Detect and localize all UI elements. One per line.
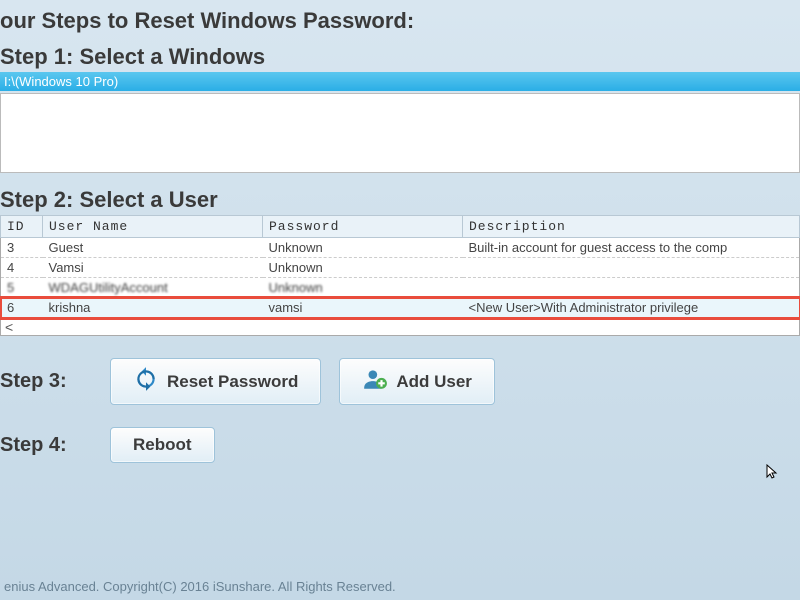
table-row[interactable]: 3 Guest Unknown Built-in account for gue…: [1, 238, 800, 258]
footer-copyright: enius Advanced. Copyright(C) 2016 iSunsh…: [4, 579, 396, 594]
table-row[interactable]: 5 WDAGUtilityAccount Unknown: [1, 278, 800, 298]
step4-label: Step 4:: [0, 434, 92, 457]
reboot-label: Reboot: [133, 435, 192, 455]
table-row-selected[interactable]: 6 krishna vamsi <New User>With Administr…: [1, 298, 800, 318]
add-user-button[interactable]: Add User: [339, 358, 495, 405]
refresh-icon: [133, 366, 159, 397]
windows-select[interactable]: I:\(Windows 10 Pro): [0, 72, 800, 91]
table-row[interactable]: 4 Vamsi Unknown: [1, 258, 800, 278]
user-table[interactable]: ID User Name Password Description 3 Gues…: [0, 215, 800, 318]
step3-label: Step 3:: [0, 370, 92, 393]
step1-title: Step 1: Select a Windows: [0, 44, 800, 70]
table-header-row: ID User Name Password Description: [1, 216, 800, 238]
col-user[interactable]: User Name: [43, 216, 263, 238]
col-id[interactable]: ID: [1, 216, 43, 238]
windows-panel: [0, 93, 800, 173]
col-description[interactable]: Description: [463, 216, 800, 238]
add-user-label: Add User: [396, 372, 472, 392]
col-password[interactable]: Password: [263, 216, 463, 238]
main-title: our Steps to Reset Windows Password:: [0, 0, 800, 38]
add-user-icon: [362, 366, 388, 397]
step2-title: Step 2: Select a User: [0, 187, 800, 213]
reset-password-label: Reset Password: [167, 372, 298, 392]
scroll-left-hint[interactable]: <: [0, 318, 800, 336]
reset-password-button[interactable]: Reset Password: [110, 358, 321, 405]
reboot-button[interactable]: Reboot: [110, 427, 215, 463]
cursor-icon: [766, 464, 782, 480]
